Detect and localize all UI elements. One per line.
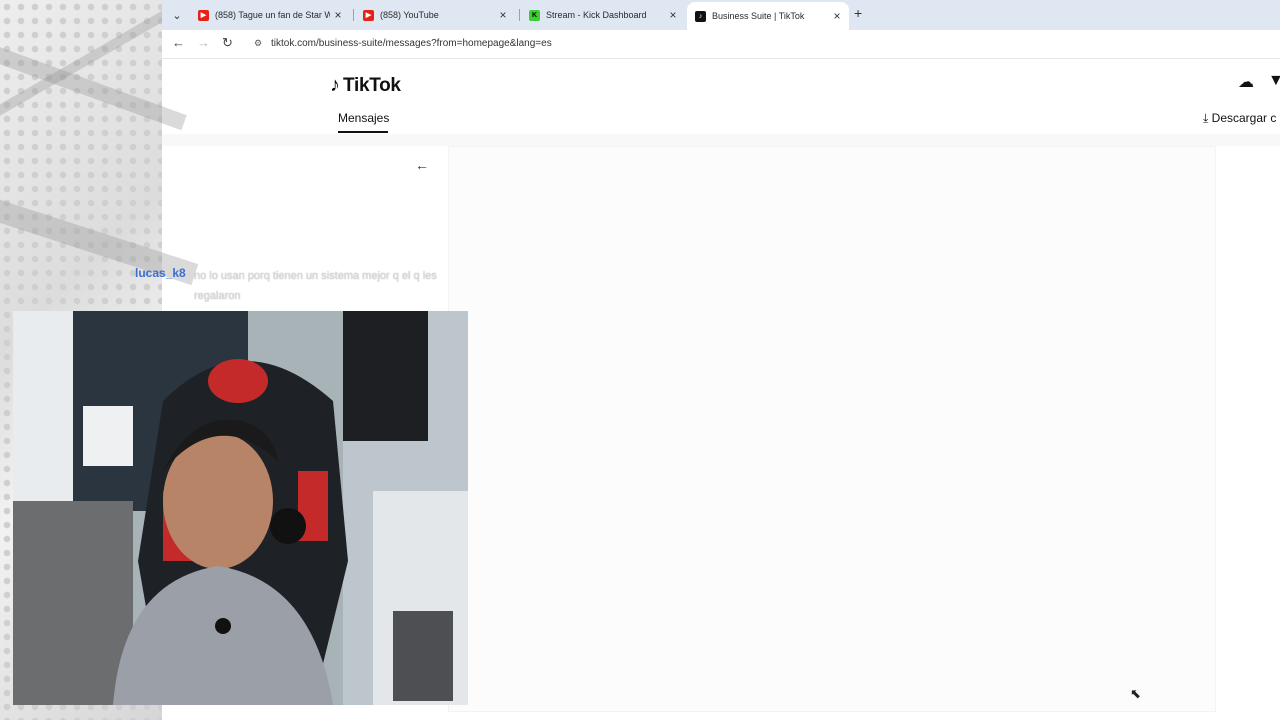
browser-tab-kick-dashboard[interactable]: K Stream - Kick Dashboard × [521, 4, 685, 26]
tiktok-icon: ♪ [695, 10, 706, 22]
youtube-icon: ▶ [198, 9, 209, 21]
tiktok-note-icon: ♪ [330, 74, 340, 96]
chat-username: lucas_k8 [135, 266, 186, 280]
reload-button[interactable]: ↻ [222, 35, 233, 51]
webcam-feed [13, 311, 468, 705]
tab-title: Stream - Kick Dashboard [546, 10, 647, 20]
mouse-cursor-icon: ⬉ [1130, 686, 1141, 701]
download-icon: ⤓ [1203, 111, 1209, 125]
tiktok-logo[interactable]: ♪ TikTok [330, 74, 401, 97]
address-bar[interactable]: tiktok.com/business-suite/messages?from=… [271, 38, 552, 49]
header-divider [162, 134, 1280, 146]
close-icon[interactable]: × [665, 8, 681, 22]
tab-search-dropdown[interactable]: ⌄ [168, 6, 186, 24]
browser-tab-bar: ⌄ ▶ (858) Tague un fan de Star Wars × ▶ … [162, 0, 1280, 30]
new-tab-button[interactable]: + [854, 5, 862, 21]
close-icon[interactable]: × [829, 9, 845, 23]
tab-title: (858) YouTube [380, 10, 439, 20]
filter-icon[interactable]: ▼ [1268, 72, 1280, 90]
close-icon[interactable]: × [330, 8, 346, 22]
browser-toolbar: ← → ↻ ⚙ tiktok.com/business-suite/messag… [162, 30, 1280, 59]
active-tab-indicator [338, 131, 388, 133]
chat-message: no lo usan porq tienen un sistema mejor … [194, 270, 437, 302]
download-button[interactable]: ⤓ Descargar c [1203, 111, 1276, 126]
close-icon[interactable]: × [495, 8, 511, 22]
browser-tab-youtube[interactable]: ▶ (858) YouTube × [355, 4, 515, 26]
messages-panel [448, 146, 1216, 712]
kick-icon: K [529, 9, 540, 21]
browser-tab-star-wars[interactable]: ▶ (858) Tague un fan de Star Wars × [190, 4, 350, 26]
tab-title: (858) Tague un fan de Star Wars [215, 10, 330, 20]
back-arrow-icon[interactable]: ← [415, 157, 429, 173]
browser-tab-tiktok-business[interactable]: ♪ Business Suite | TikTok × [687, 2, 849, 30]
logo-text: TikTok [343, 74, 401, 96]
site-info-icon[interactable]: ⚙ [254, 38, 262, 49]
tab-title: Business Suite | TikTok [712, 11, 805, 21]
webcam-image [13, 311, 468, 705]
cloud-upload-icon[interactable]: ☁ [1238, 72, 1254, 92]
youtube-icon: ▶ [363, 9, 374, 21]
tab-mensajes[interactable]: Mensajes [338, 111, 389, 125]
forward-button[interactable]: → [197, 35, 210, 50]
download-label: Descargar c [1211, 111, 1277, 125]
back-button[interactable]: ← [172, 35, 185, 50]
